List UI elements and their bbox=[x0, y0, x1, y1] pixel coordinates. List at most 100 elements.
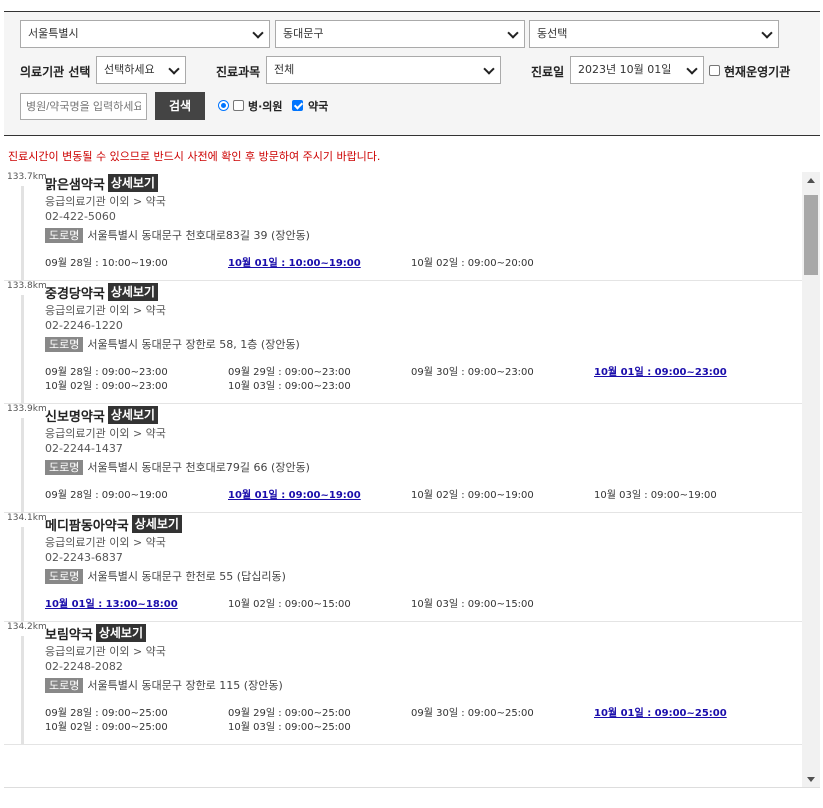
search-button[interactable]: 검색 bbox=[155, 92, 205, 120]
day-hours: 10월 02일 : 09:00~19:00 bbox=[411, 490, 534, 501]
day-hours: 09월 29일 : 09:00~23:00 bbox=[228, 367, 351, 378]
phone-number: 02-2248-2082 bbox=[45, 660, 123, 673]
distance: 134.2km bbox=[7, 622, 47, 632]
today-hours[interactable]: 10월 01일 : 09:00~23:00 bbox=[594, 366, 777, 379]
road-badge: 도로명 bbox=[45, 677, 84, 693]
institution-select-value: 선택하세요 bbox=[104, 63, 155, 76]
dong-select-value: 동선택 bbox=[537, 27, 568, 40]
today-hours[interactable]: 10월 01일 : 10:00~19:00 bbox=[228, 257, 411, 270]
road-badge: 도로명 bbox=[45, 568, 84, 584]
timeline-line bbox=[21, 295, 24, 403]
category: 응급의료기관 이외 > 약국 bbox=[45, 427, 166, 440]
pharmacy-name[interactable]: 중경당약국 bbox=[45, 283, 105, 302]
type-radio[interactable] bbox=[218, 100, 229, 111]
clinic-checkbox[interactable] bbox=[233, 100, 244, 111]
pharmacy-label: 약국 bbox=[308, 100, 329, 113]
day-hours: 09월 30일 : 09:00~25:00 bbox=[411, 708, 534, 719]
date-label: 진료일 bbox=[531, 65, 565, 79]
institution-select[interactable]: 선택하세요 bbox=[96, 56, 186, 84]
timeline-line bbox=[21, 636, 24, 744]
hours-grid: 09월 28일 : 09:00~19:00 10월 01일 : 09:00~19:… bbox=[45, 489, 820, 502]
distance: 134.1km bbox=[7, 513, 47, 523]
open-now-label: 현재운영기관 bbox=[724, 65, 791, 79]
pharmacy-name[interactable]: 신보명약국 bbox=[45, 406, 105, 425]
distance: 133.8km bbox=[7, 281, 47, 291]
list-item: 133.8km 중경당약국 상세보기 응급의료기관 이외 > 약국 02-224… bbox=[4, 281, 820, 404]
pharmacy-name[interactable]: 보림약국 bbox=[45, 624, 93, 643]
city-select[interactable]: 서울특별시 bbox=[20, 20, 270, 48]
chevron-down-icon bbox=[686, 63, 698, 75]
day-hours: 09월 28일 : 10:00~19:00 bbox=[45, 258, 168, 269]
day-hours: 10월 03일 : 09:00~23:00 bbox=[228, 381, 351, 392]
day-hours: 10월 03일 : 09:00~19:00 bbox=[594, 490, 717, 501]
list-item: 133.9km 신보명약국 상세보기 응급의료기관 이외 > 약국 02-224… bbox=[4, 404, 820, 513]
department-select-value: 전체 bbox=[274, 63, 295, 76]
address: 서울특별시 동대문구 한천로 55 (답십리동) bbox=[87, 570, 286, 583]
road-badge: 도로명 bbox=[45, 459, 84, 475]
district-select[interactable]: 동대문구 bbox=[275, 20, 525, 48]
scroll-up-arrow-icon[interactable] bbox=[807, 178, 815, 183]
dong-select[interactable]: 동선택 bbox=[529, 20, 779, 48]
day-hours: 10월 02일 : 09:00~20:00 bbox=[411, 258, 534, 269]
search-input[interactable] bbox=[20, 93, 147, 120]
scroll-thumb[interactable] bbox=[804, 195, 818, 275]
road-badge: 도로명 bbox=[45, 227, 84, 243]
phone-number: 02-2243-6837 bbox=[45, 551, 123, 564]
timeline-line bbox=[21, 527, 24, 621]
road-badge: 도로명 bbox=[45, 336, 84, 352]
address: 서울특별시 동대문구 천호대로83길 39 (장안동) bbox=[87, 229, 310, 242]
date-select-value: 2023년 10월 01일 bbox=[578, 63, 672, 76]
department-label: 진료과목 bbox=[216, 65, 261, 79]
category: 응급의료기관 이외 > 약국 bbox=[45, 536, 166, 549]
notice-text: 진료시간이 변동될 수 있으므로 반드시 사전에 확인 후 방문하여 주시기 바… bbox=[8, 150, 381, 163]
phone-number: 02-2246-1220 bbox=[45, 319, 123, 332]
detail-button[interactable]: 상세보기 bbox=[95, 624, 147, 642]
hours-grid: 09월 28일 : 10:00~19:00 10월 01일 : 10:00~19:… bbox=[45, 257, 820, 270]
pharmacy-name[interactable]: 맑은샘약국 bbox=[45, 174, 105, 193]
day-hours: 10월 02일 : 09:00~15:00 bbox=[228, 599, 351, 610]
category: 응급의료기관 이외 > 약국 bbox=[45, 645, 166, 658]
address: 서울특별시 동대문구 장한로 115 (장안동) bbox=[87, 679, 283, 692]
day-hours: 10월 03일 : 09:00~25:00 bbox=[228, 722, 351, 733]
scroll-down-arrow-icon[interactable] bbox=[807, 777, 815, 782]
pharmacy-list[interactable]: 133.7km 맑은샘약국 상세보기 응급의료기관 이외 > 약국 02-422… bbox=[4, 172, 820, 788]
timeline-line bbox=[21, 186, 24, 280]
day-hours: 10월 03일 : 09:00~15:00 bbox=[411, 599, 534, 610]
day-hours: 09월 30일 : 09:00~23:00 bbox=[411, 367, 534, 378]
chevron-down-icon bbox=[168, 63, 180, 75]
phone-number: 02-2244-1437 bbox=[45, 442, 123, 455]
hours-grid: 09월 28일 : 09:00~23:00 09월 29일 : 09:00~23:… bbox=[45, 366, 820, 393]
clinic-label: 병·의원 bbox=[248, 100, 283, 113]
category: 응급의료기관 이외 > 약국 bbox=[45, 195, 166, 208]
chevron-down-icon bbox=[507, 27, 519, 39]
institution-label: 의료기관 선택 bbox=[20, 65, 91, 79]
pharmacy-name[interactable]: 메디팜동아약국 bbox=[45, 515, 129, 534]
detail-button[interactable]: 상세보기 bbox=[107, 406, 158, 424]
chevron-down-icon bbox=[761, 27, 773, 39]
pharmacy-checkbox[interactable] bbox=[292, 100, 303, 111]
detail-button[interactable]: 상세보기 bbox=[131, 515, 182, 533]
day-hours: 10월 02일 : 09:00~23:00 bbox=[45, 381, 168, 392]
list-item: 133.7km 맑은샘약국 상세보기 응급의료기관 이외 > 약국 02-422… bbox=[4, 172, 820, 281]
list-item: 134.1km 메디팜동아약국 상세보기 응급의료기관 이외 > 약국 02-2… bbox=[4, 513, 820, 622]
scrollbar[interactable] bbox=[802, 172, 820, 787]
address: 서울특별시 동대문구 천호대로79길 66 (장안동) bbox=[87, 461, 310, 474]
filter-panel: 서울특별시 동대문구 동선택 의료기관 선택 선택하세요 진료과목 전체 진료일… bbox=[4, 12, 820, 136]
phone-number: 02-422-5060 bbox=[45, 210, 116, 223]
distance: 133.7km bbox=[7, 172, 47, 182]
chevron-down-icon bbox=[483, 63, 495, 75]
department-select[interactable]: 전체 bbox=[266, 56, 501, 84]
today-hours[interactable]: 10월 01일 : 13:00~18:00 bbox=[45, 598, 228, 611]
detail-button[interactable]: 상세보기 bbox=[107, 174, 158, 192]
timeline-line bbox=[21, 418, 24, 512]
hours-grid: 09월 28일 : 09:00~25:00 09월 29일 : 09:00~25:… bbox=[45, 707, 820, 734]
today-hours[interactable]: 10월 01일 : 09:00~19:00 bbox=[228, 489, 411, 502]
day-hours: 09월 28일 : 09:00~25:00 bbox=[45, 708, 168, 719]
date-select[interactable]: 2023년 10월 01일 bbox=[570, 56, 704, 84]
hours-grid: 10월 01일 : 13:00~18:00 10월 02일 : 09:00~15:… bbox=[45, 598, 820, 611]
open-now-checkbox[interactable] bbox=[709, 65, 720, 76]
detail-button[interactable]: 상세보기 bbox=[107, 283, 158, 301]
chevron-down-icon bbox=[252, 27, 264, 39]
city-select-value: 서울특별시 bbox=[28, 27, 79, 40]
today-hours[interactable]: 10월 01일 : 09:00~25:00 bbox=[594, 707, 777, 720]
